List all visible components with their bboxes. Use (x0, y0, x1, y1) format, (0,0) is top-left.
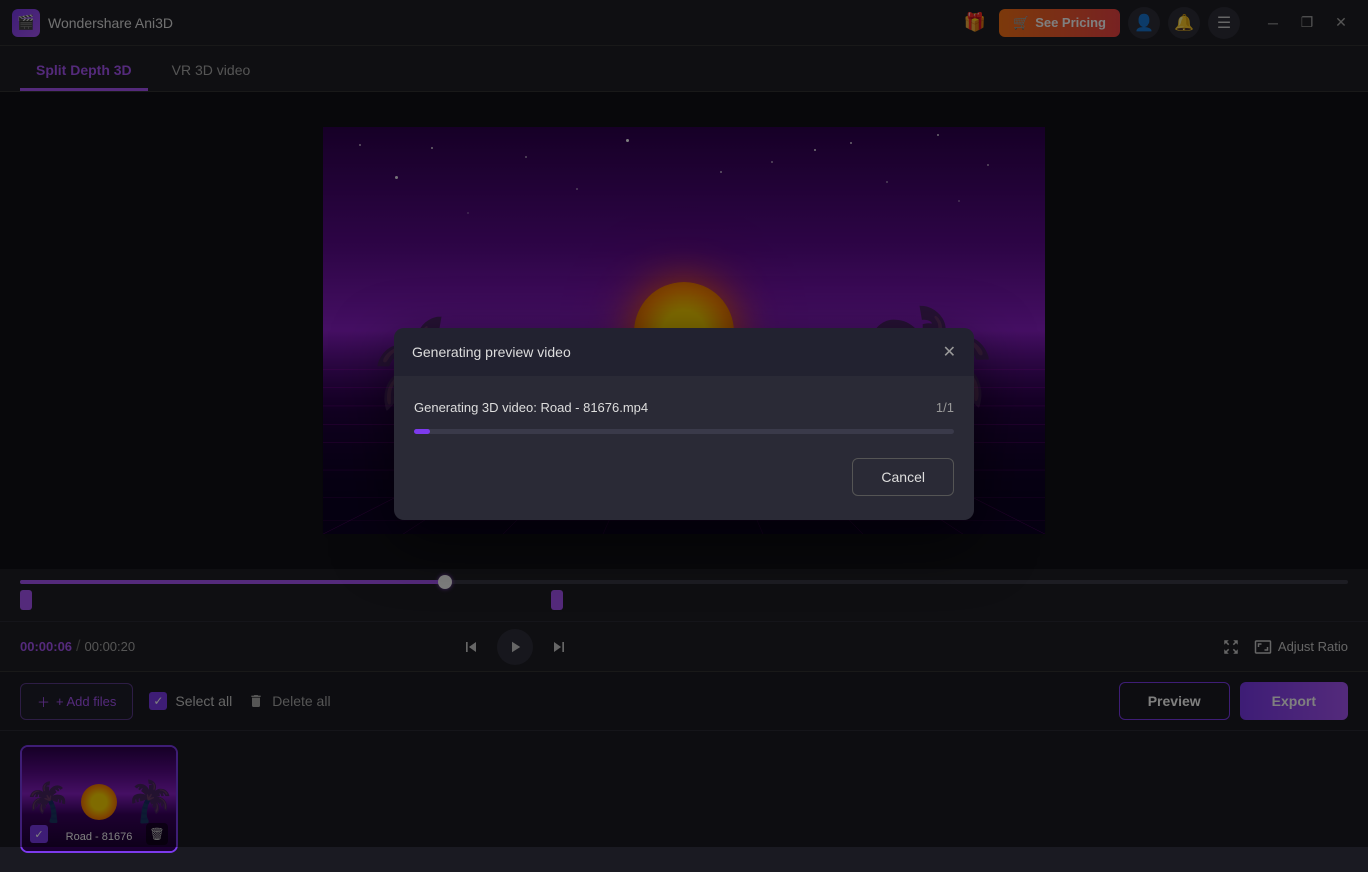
modal-header: Generating preview video ✕ (394, 328, 974, 376)
modal-actions: Cancel (414, 458, 954, 496)
modal-body: Generating 3D video: Road - 81676.mp4 1/… (394, 376, 974, 520)
modal-file-name: Generating 3D video: Road - 81676.mp4 (414, 400, 648, 415)
modal-cancel-button[interactable]: Cancel (852, 458, 954, 496)
modal-file-row: Generating 3D video: Road - 81676.mp4 1/… (414, 400, 954, 415)
modal-progress-count: 1/1 (936, 400, 954, 415)
modal-progress-bar (414, 429, 954, 434)
modal-close-button[interactable]: ✕ (943, 342, 956, 362)
generating-modal: Generating preview video ✕ Generating 3D… (394, 328, 974, 520)
modal-progress-fill (414, 429, 430, 434)
modal-title: Generating preview video (412, 344, 571, 360)
modal-overlay: Generating preview video ✕ Generating 3D… (0, 0, 1368, 847)
